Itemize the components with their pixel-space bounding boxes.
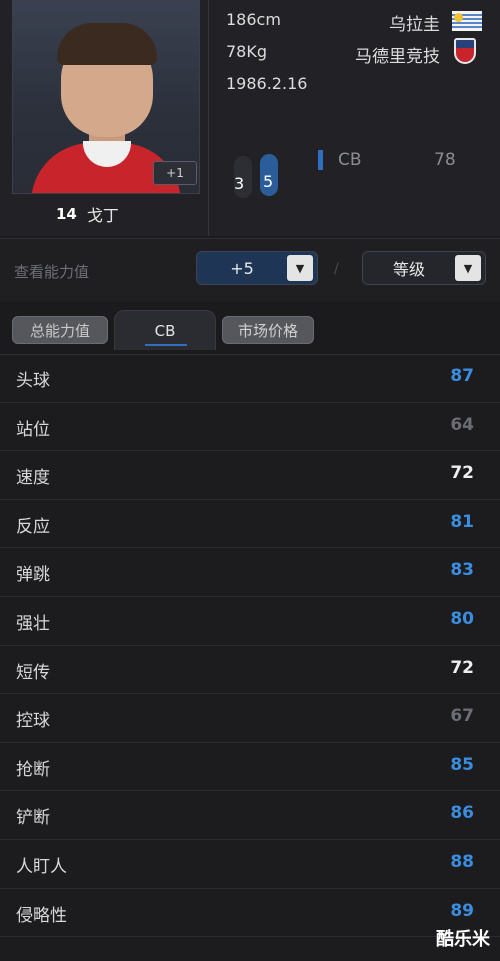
stat-name: 侵略性 [16,905,67,926]
stat-row-jumping: 弹跳 83 [0,548,500,597]
ability-selector-row: 查看能力值 +5 ▼ / 等级 ▼ [0,238,500,301]
separator: / [334,261,339,277]
stat-name: 短传 [16,662,50,683]
player-header: +1 14 戈丁 186cm 78Kg 1986.2.16 乌拉圭 马德里竞技 … [0,0,500,236]
enhance-level-badge: +1 [153,161,197,185]
tab-total-ability[interactable]: 总能力值 [12,316,108,344]
stat-value: 85 [450,754,474,775]
watermark-logo: 酷乐米 [436,929,490,950]
stat-name: 站位 [16,419,50,440]
stat-name: 铲断 [16,808,50,829]
stat-value: 67 [450,706,474,727]
stat-value: 87 [450,366,474,386]
player-birth-date: 1986.2.16 [226,74,308,93]
stat-row-short-passing: 短传 72 [0,646,500,695]
stat-name: 头球 [16,371,50,391]
position-indicator [318,150,323,170]
header-divider [208,0,209,236]
tab-cb[interactable]: CB [114,310,216,350]
stat-name: 控球 [16,711,50,732]
stat-value: 72 [450,657,474,678]
stat-value: 81 [450,511,474,532]
stat-value: 88 [450,851,474,872]
atletico-madrid-crest-icon [454,38,476,64]
stat-row-strength: 强壮 80 [0,597,500,646]
player-country: 乌拉圭 [389,15,440,35]
player-name: 戈丁 [86,206,119,225]
stat-value: 72 [450,463,474,484]
grade-value: 等级 [392,260,425,279]
grade-dropdown[interactable]: 等级 ▼ [362,251,486,285]
position-label: CB [338,150,362,170]
tab-cb-label: CB [154,321,176,340]
stat-row-positioning: 站位 64 [0,403,500,452]
player-height: 186cm [226,10,281,29]
stat-name: 速度 [16,468,50,489]
player-name-row: 14 戈丁 [56,202,119,226]
player-portrait[interactable]: +1 [12,0,200,194]
stat-value: 83 [450,560,474,581]
stat-name: 抢断 [16,759,50,780]
stat-row-heading: 头球 87 [0,354,500,403]
weak-foot-value: 3 [234,174,245,193]
stat-row-speed: 速度 72 [0,451,500,500]
feet-icon: 3 5 [226,150,290,210]
stats-list: 头球 87 站位 64 速度 72 反应 81 弹跳 83 强壮 80 短传 7… [0,354,500,938]
stat-row-marking: 人盯人 88 [0,840,500,889]
stat-name: 人盯人 [16,856,67,877]
stat-row-interceptions: 抢断 85 [0,743,500,792]
tab-market-price[interactable]: 市场价格 [222,316,314,344]
enhance-level-value: +5 [230,258,254,278]
stat-row-aggression: 侵略性 89 [0,889,500,938]
strong-foot-value: 5 [263,172,274,191]
uruguay-flag-icon [452,11,482,31]
triangle-down-icon[interactable]: ▼ [455,255,481,281]
jersey-number: 14 [56,205,77,223]
stat-row-reactions: 反应 81 [0,500,500,549]
stat-name: 弹跳 [16,565,50,586]
active-tab-underline [145,344,187,346]
stat-row-ball-control: 控球 67 [0,694,500,743]
stat-value: 86 [450,803,474,824]
view-ability-label: 查看能力值 [14,263,90,281]
enhance-level-dropdown[interactable]: +5 ▼ [196,251,318,285]
triangle-down-icon[interactable]: ▼ [287,255,313,281]
player-club: 马德里竞技 [355,47,440,67]
stat-row-sliding-tackle: 铲断 86 [0,791,500,840]
tab-bar: 总能力值 CB 市场价格 [0,302,500,355]
stat-value: 89 [450,900,474,921]
player-weight: 78Kg [226,42,268,61]
position-rating: 78 [434,150,456,170]
stat-value: 80 [450,608,474,629]
stat-value: 64 [450,414,474,435]
stat-name: 反应 [16,516,50,537]
stat-name: 强壮 [16,613,50,634]
portrait-hair [57,23,157,65]
